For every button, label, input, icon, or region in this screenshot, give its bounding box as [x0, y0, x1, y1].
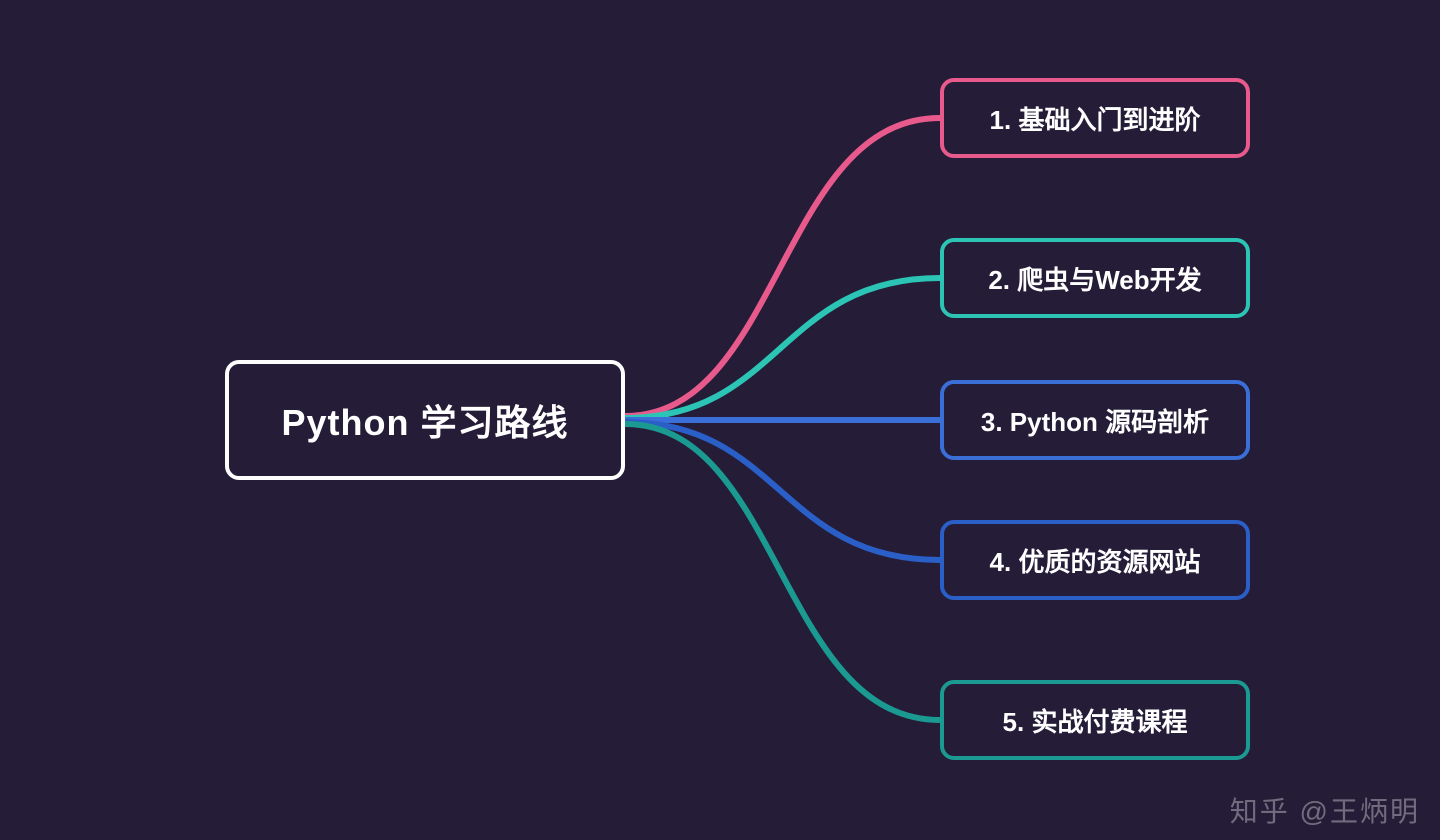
- child-node-2[interactable]: 2. 爬虫与Web开发: [940, 238, 1250, 318]
- child-node-label: 4. 优质的资源网站: [990, 542, 1201, 579]
- child-node-4[interactable]: 4. 优质的资源网站: [940, 520, 1250, 600]
- root-node[interactable]: Python 学习路线: [225, 360, 625, 480]
- mindmap-canvas: Python 学习路线 1. 基础入门到进阶 2. 爬虫与Web开发 3. Py…: [0, 0, 1440, 840]
- child-node-label: 3. Python 源码剖析: [981, 402, 1209, 439]
- child-node-3[interactable]: 3. Python 源码剖析: [940, 380, 1250, 460]
- root-node-label: Python 学习路线: [282, 394, 569, 446]
- child-node-label: 5. 实战付费课程: [1003, 702, 1188, 739]
- child-node-5[interactable]: 5. 实战付费课程: [940, 680, 1250, 760]
- child-node-label: 2. 爬虫与Web开发: [988, 260, 1201, 297]
- watermark-text: 知乎 @王炳明: [1230, 790, 1420, 830]
- child-node-1[interactable]: 1. 基础入门到进阶: [940, 78, 1250, 158]
- child-node-label: 1. 基础入门到进阶: [990, 100, 1201, 137]
